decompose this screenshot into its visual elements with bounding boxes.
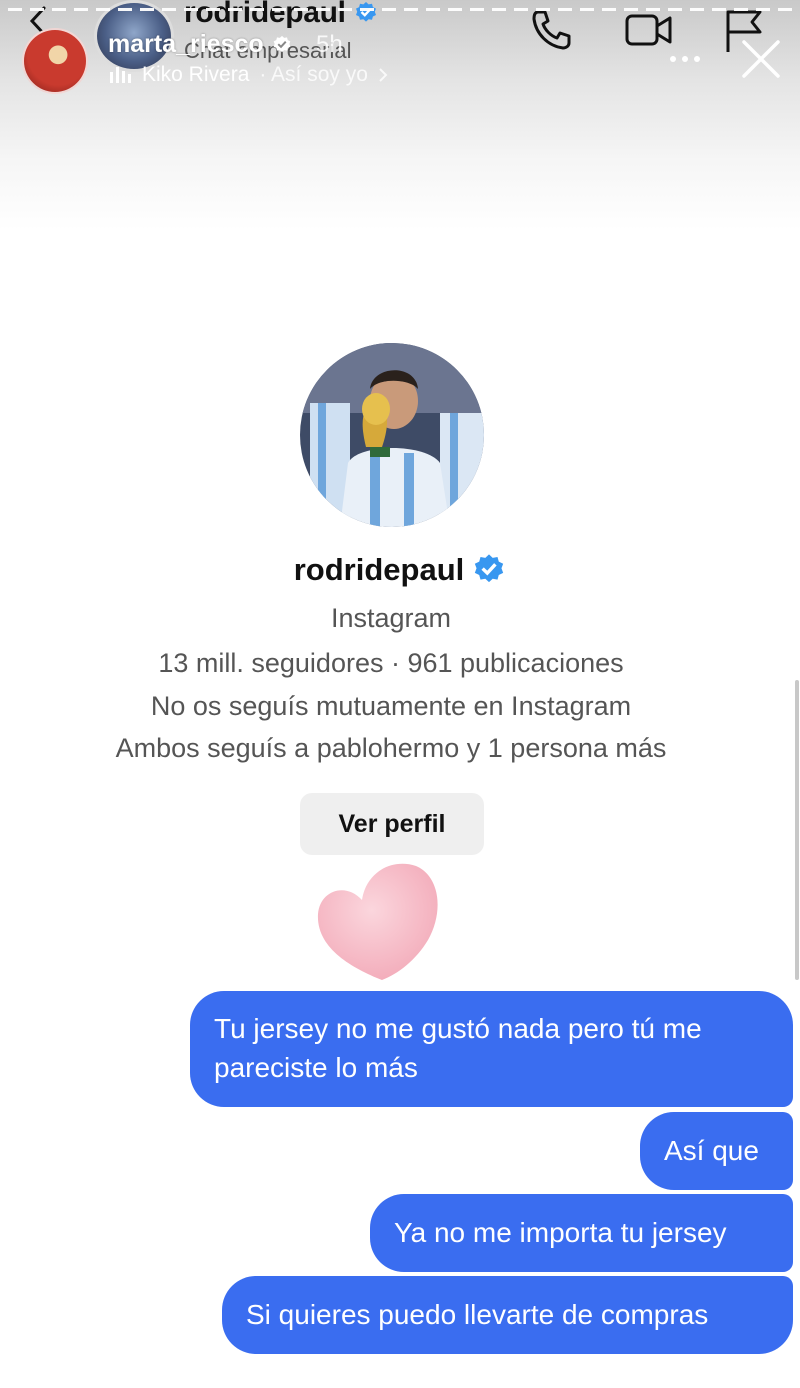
message-bubble[interactable]: Si quieres puedo llevarte de compras	[222, 1276, 793, 1354]
profile-name: rodridepaul	[0, 552, 800, 588]
music-bars-icon	[110, 67, 131, 83]
verified-icon	[475, 554, 504, 583]
profile-stats: 13 mill. seguidores · 961 publicaciones	[158, 648, 624, 678]
message-bubble[interactable]: Así que	[640, 1112, 793, 1190]
dm-title[interactable]: rodridepaul	[184, 0, 378, 30]
message-bubble[interactable]: Tu jersey no me gustó nada pero tú me pa…	[190, 991, 793, 1107]
story-progress-bar	[8, 8, 792, 11]
profile-photo[interactable]	[300, 343, 484, 527]
music-artist: Kiko Rivera	[142, 63, 250, 86]
view-profile-button[interactable]: Ver perfil	[300, 793, 484, 855]
verified-icon	[355, 2, 376, 22]
close-icon[interactable]	[740, 38, 782, 80]
music-attribution[interactable]: Kiko Rivera · Así soy yo	[110, 63, 388, 87]
story-username[interactable]: marta_riesco	[108, 30, 292, 59]
profile-photo-image	[300, 343, 484, 527]
phone-icon[interactable]	[530, 8, 574, 52]
mutual-follows: Ambos seguís a pablohermo y 1 persona má…	[115, 733, 667, 763]
music-song: · Así soy yo	[259, 63, 368, 86]
dm-title-text: rodridepaul	[184, 0, 346, 29]
chevron-right-icon	[379, 68, 388, 82]
scrollbar[interactable]	[795, 680, 799, 980]
profile-platform: Instagram	[330, 603, 452, 633]
video-camera-icon[interactable]	[624, 10, 674, 50]
heart-sticker	[317, 863, 438, 980]
mutual-status: No os seguís mutuamente en Instagram	[150, 691, 632, 721]
verified-icon	[273, 35, 290, 52]
more-icon[interactable]	[668, 50, 702, 68]
story-avatar[interactable]	[22, 28, 88, 94]
story-username-text: marta_riesco	[108, 30, 264, 58]
message-bubble[interactable]: Ya no me importa tu jersey	[370, 1194, 793, 1272]
profile-name-text: rodridepaul	[293, 552, 465, 587]
story-time: 5h	[316, 31, 343, 58]
